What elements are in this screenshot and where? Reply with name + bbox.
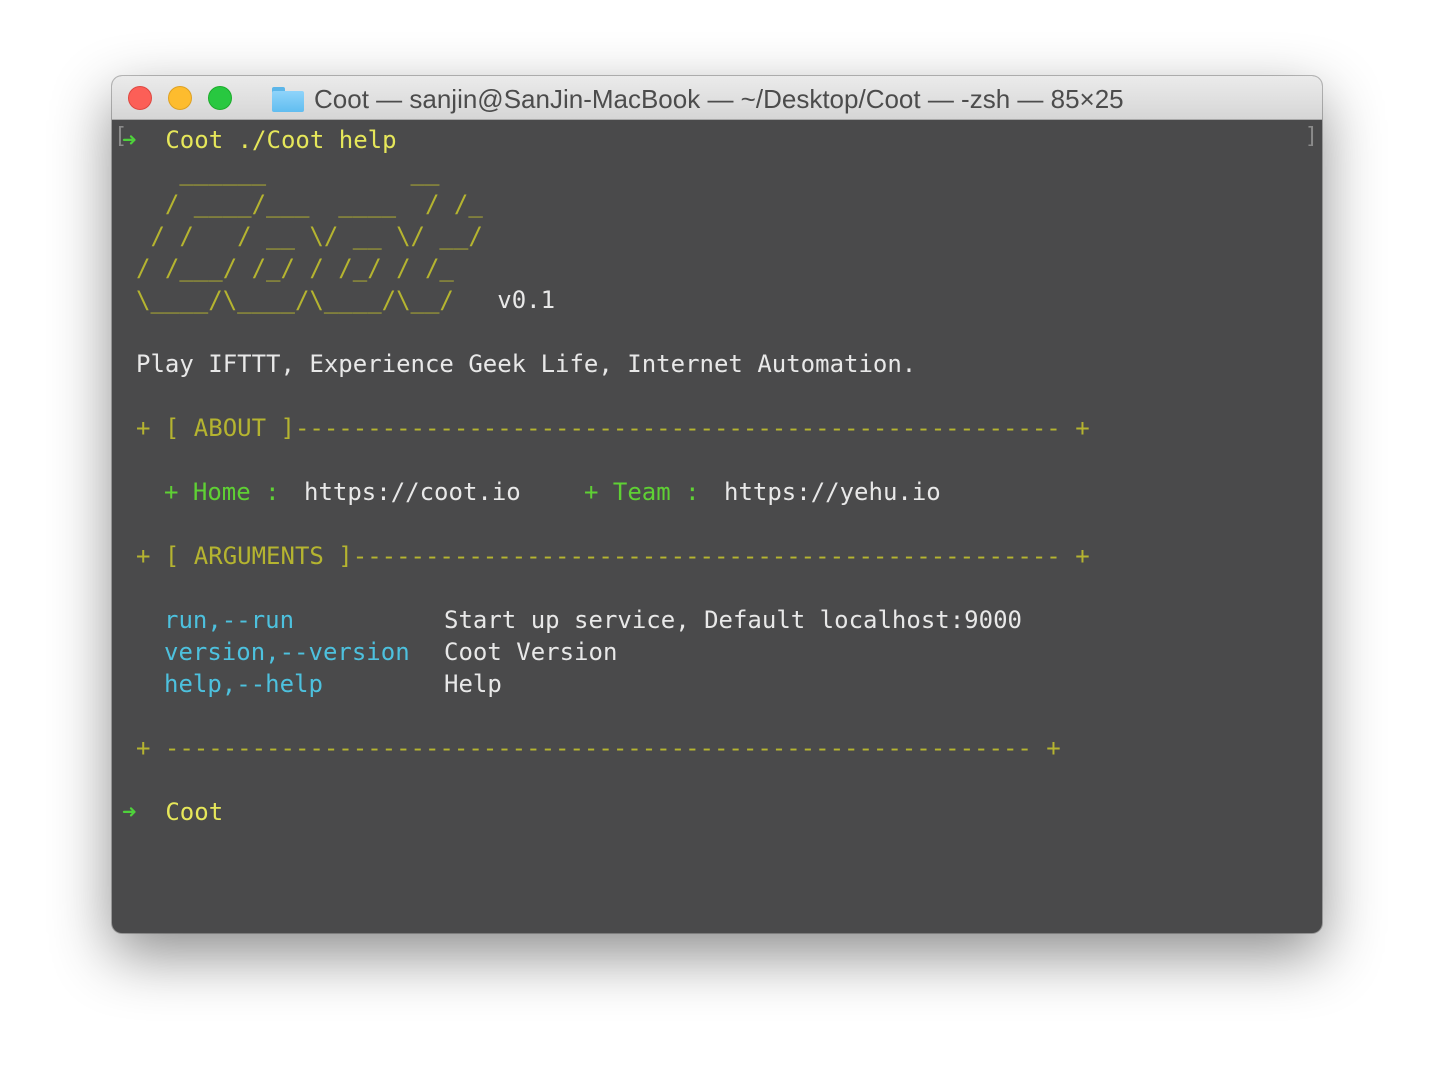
zoom-button[interactable] <box>208 86 232 110</box>
final-prompt-directory: Coot <box>165 798 224 826</box>
logo-line-2: / ____/___ ____ / /_ <box>136 190 483 218</box>
tagline: Play IFTTT, Experience Geek Life, Intern… <box>136 350 917 378</box>
window-title: Coot — sanjin@SanJin-MacBook — ~/Desktop… <box>272 84 1124 114</box>
about-header: + [ ABOUT ]-----------------------------… <box>136 414 1090 442</box>
team-url[interactable]: https://yehu.io <box>724 476 941 508</box>
argument-flag-version: version,--version <box>164 638 410 666</box>
logo-line-5-text: \____/\____/\____/\__/ <box>136 286 454 314</box>
folder-icon <box>272 87 304 113</box>
version-label: v0.1 <box>497 286 556 314</box>
minimize-button[interactable] <box>168 86 192 110</box>
prompt-arrow-icon: ➜ <box>122 126 137 154</box>
logo-line-3: / / / __ \/ __ \/ __/ <box>136 222 483 250</box>
home-label: + Home : <box>164 478 280 506</box>
prompt-directory: Coot <box>165 126 224 154</box>
close-button[interactable] <box>128 86 152 110</box>
final-prompt-line[interactable]: ➜ Coot <box>122 796 223 828</box>
argument-desc-help: Help <box>444 670 502 698</box>
window-title-text: Coot — sanjin@SanJin-MacBook — ~/Desktop… <box>314 83 1124 114</box>
argument-flag-help: help,--help <box>164 670 323 698</box>
command-text: ./Coot help <box>237 126 397 154</box>
logo-line-4: / /___/ /_/ / /_/ / /_ <box>136 254 454 282</box>
home-row: + Home : <box>164 476 280 508</box>
title-bar[interactable]: Coot — sanjin@SanJin-MacBook — ~/Desktop… <box>112 76 1322 120</box>
argument-flag-run: run,--run <box>164 606 295 634</box>
command-line: ➜ Coot ./Coot help <box>122 124 397 156</box>
arguments-header: + [ ARGUMENTS ]-------------------------… <box>136 542 1090 570</box>
terminal-window: Coot — sanjin@SanJin-MacBook — ~/Desktop… <box>112 76 1322 933</box>
footer-rule: + --------------------------------------… <box>136 734 1061 762</box>
logo-line-5: \____/\____/\____/\__/ v0.1 <box>136 284 555 316</box>
close-bracket: ] <box>1304 124 1318 149</box>
terminal-content[interactable]: [ ] ➜ Coot ./Coot help ______ __ / ____/… <box>112 120 1322 933</box>
team-label: + Team : <box>584 478 700 506</box>
argument-desc-version: Coot Version <box>444 638 618 666</box>
logo-line-1: ______ __ <box>136 158 440 186</box>
home-url[interactable]: https://coot.io <box>304 476 521 508</box>
prompt-arrow-icon: ➜ <box>122 798 137 826</box>
argument-desc-run: Start up service, Default localhost:9000 <box>444 606 1022 634</box>
